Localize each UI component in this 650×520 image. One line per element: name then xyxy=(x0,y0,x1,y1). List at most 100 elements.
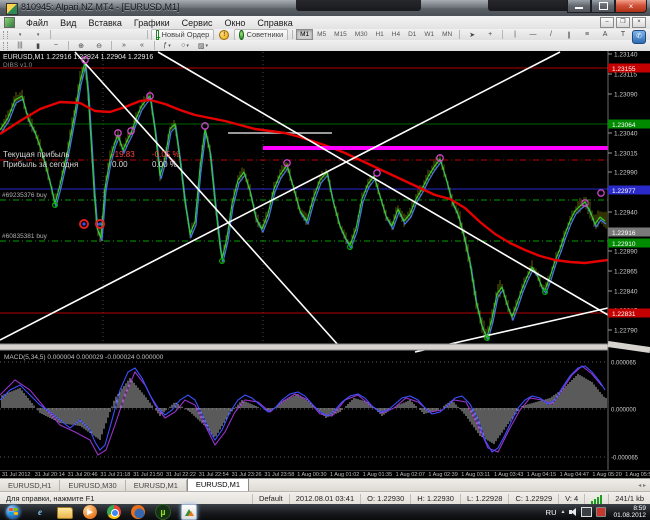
mdi-close-button[interactable]: × xyxy=(632,17,646,28)
system-tray: RU ▲ 8:59 01.08.2012 xyxy=(546,505,646,519)
timeframe-M15-button[interactable]: M15 xyxy=(330,29,351,40)
menu-item-Сервис[interactable]: Сервис xyxy=(176,17,219,29)
expert-advisors-icon xyxy=(239,30,243,40)
menu-item-Вид[interactable]: Вид xyxy=(54,17,82,29)
svg-text:1.22790: 1.22790 xyxy=(614,328,638,335)
svg-text:#69235376 buy: #69235376 buy xyxy=(2,192,48,199)
zoom-in-button[interactable]: ⊕ xyxy=(73,40,89,51)
text-tool[interactable]: A xyxy=(597,29,613,40)
strategy-tester-toggle[interactable] xyxy=(127,29,143,40)
vertical-line-tool[interactable]: | xyxy=(507,29,523,40)
chart-system-icon[interactable] xyxy=(4,17,15,28)
trendline-tool[interactable]: / xyxy=(543,29,559,40)
zoom-out-button[interactable]: ⊖ xyxy=(91,40,107,51)
svg-text:1.22910: 1.22910 xyxy=(612,241,636,248)
network-icon[interactable] xyxy=(581,507,592,517)
timeframe-M30-button[interactable]: M30 xyxy=(351,29,372,40)
svg-text:1.23040: 1.23040 xyxy=(614,131,638,138)
status-profile[interactable]: Default xyxy=(252,494,289,504)
tab-scroll-arrows[interactable]: ◂ ▸ xyxy=(638,482,646,489)
expert-advisors-button[interactable]: Советники xyxy=(234,29,288,41)
volume-icon[interactable] xyxy=(569,508,577,516)
internet-explorer-icon[interactable]: e xyxy=(33,505,47,519)
menu-item-Окно[interactable]: Окно xyxy=(219,17,252,29)
mdi-minimize-button[interactable]: – xyxy=(600,17,614,28)
alpari-mt4-taskbar-icon[interactable] xyxy=(181,504,197,520)
indicators-button[interactable]: ƒ xyxy=(159,40,175,51)
action-center-flag-icon[interactable] xyxy=(596,507,606,517)
templates-button[interactable]: ▨ xyxy=(195,40,211,51)
svg-text:0.00: 0.00 xyxy=(112,160,128,169)
svg-text:1.23090: 1.23090 xyxy=(614,92,638,99)
cursor-tool[interactable]: ➤ xyxy=(464,29,480,40)
timeframe-W1-button[interactable]: W1 xyxy=(420,29,438,40)
status-low: L: 1.22928 xyxy=(460,494,508,504)
svg-text:-0.05 %: -0.05 % xyxy=(152,150,180,159)
channel-tool[interactable]: ∥ xyxy=(561,29,577,40)
svg-text:EURUSD,M1 1.22916 1.22924 1.2: EURUSD,M1 1.22916 1.22924 1.22904 1.2291… xyxy=(3,54,153,61)
label-tool[interactable]: T xyxy=(615,29,631,40)
language-indicator[interactable]: RU xyxy=(546,508,557,517)
tray-clock[interactable]: 8:59 01.08.2012 xyxy=(613,505,646,519)
new-chart-button[interactable] xyxy=(12,29,28,40)
windows-taskbar: e ▶ µ RU ▲ 8:59 01.08.2012 xyxy=(0,504,650,520)
chrome-icon[interactable] xyxy=(107,505,121,519)
menu-item-Справка[interactable]: Справка xyxy=(251,17,298,29)
terminal-toggle[interactable] xyxy=(109,29,125,40)
utorrent-icon[interactable]: µ xyxy=(155,504,171,520)
profiles-button[interactable] xyxy=(30,29,46,40)
menu-item-Вставка[interactable]: Вставка xyxy=(82,17,127,29)
tray-expand-icon[interactable]: ▲ xyxy=(561,509,566,515)
chart-tab-3[interactable]: EURUSD,M1 xyxy=(187,478,249,492)
svg-text:1.22831: 1.22831 xyxy=(612,311,636,318)
status-high: H: 1.22930 xyxy=(410,494,460,504)
svg-text:DIBS v1.0: DIBS v1.0 xyxy=(3,62,33,69)
crosshair-tool[interactable]: + xyxy=(482,29,498,40)
chat-icon[interactable]: ✆ xyxy=(632,30,646,44)
toolbar-grip[interactable] xyxy=(3,31,8,39)
horizontal-line-tool[interactable]: — xyxy=(525,29,541,40)
periods-button[interactable]: ○ xyxy=(177,40,193,51)
market-watch-toggle[interactable] xyxy=(55,29,71,40)
status-open: O: 1.22930 xyxy=(360,494,410,504)
restore-button[interactable] xyxy=(591,0,615,13)
minimize-button[interactable] xyxy=(567,0,591,13)
metaeditor-button[interactable]: ! xyxy=(216,29,232,40)
fibonacci-tool[interactable]: ≡ xyxy=(579,29,595,40)
status-close: C: 1.22929 xyxy=(508,494,558,504)
chart-area[interactable]: EURUSD,M1 1.22916 1.22924 1.22904 1.2291… xyxy=(0,51,650,470)
svg-text:0.00 %: 0.00 % xyxy=(152,160,177,169)
media-player-icon[interactable]: ▶ xyxy=(83,505,97,519)
timeframe-H4-button[interactable]: H4 xyxy=(388,29,404,40)
svg-text:MACD(5,34,5) 0.000004 0.000029: MACD(5,34,5) 0.000004 0.000029 -0.000024… xyxy=(4,354,164,361)
timeframe-M5-button[interactable]: M5 xyxy=(313,29,330,40)
menu-item-Графики[interactable]: Графики xyxy=(128,17,176,29)
svg-text:1.22865: 1.22865 xyxy=(614,269,638,276)
auto-scroll-button[interactable]: » xyxy=(116,40,132,51)
new-order-button[interactable]: Новый Ордер xyxy=(151,29,214,41)
chart-canvas[interactable]: EURUSD,M1 1.22916 1.22924 1.22904 1.2291… xyxy=(0,51,650,470)
data-window-toggle[interactable] xyxy=(73,29,89,40)
close-button[interactable]: × xyxy=(615,0,647,13)
menu-item-Файл[interactable]: Файл xyxy=(20,17,54,29)
metaeditor-icon: ! xyxy=(219,30,229,40)
chart-shift-button[interactable]: « xyxy=(134,40,150,51)
candlestick-chart-button[interactable]: ▮ xyxy=(30,40,46,51)
expert-advisors-label: Советники xyxy=(247,30,284,39)
timeframe-H1-button[interactable]: H1 xyxy=(371,29,387,40)
line-chart-button[interactable]: ~ xyxy=(48,40,64,51)
background-window-fragment xyxy=(296,0,421,11)
start-button[interactable] xyxy=(6,505,20,519)
svg-text:1.23155: 1.23155 xyxy=(612,66,636,73)
windows-explorer-icon[interactable] xyxy=(57,507,73,519)
chart-tab-bar: EURUSD,H1EURUSD,M30EURUSD,M1EURUSD,M1◂ ▸ xyxy=(0,478,650,492)
firefox-icon[interactable] xyxy=(131,505,145,519)
timeframe-D1-button[interactable]: D1 xyxy=(404,29,420,40)
mt4-window: 810945: Alpari NZ MT4 - [EURUSD,M1] × Фа… xyxy=(0,0,650,520)
timeframe-M1-button[interactable]: M1 xyxy=(296,29,313,40)
toolbar-grip[interactable] xyxy=(3,42,8,50)
timeframe-MN-button[interactable]: MN xyxy=(438,29,456,40)
bar-chart-button[interactable]: ||| xyxy=(12,40,28,51)
mdi-restore-button[interactable]: ❐ xyxy=(616,17,630,28)
navigator-toggle[interactable] xyxy=(91,29,107,40)
